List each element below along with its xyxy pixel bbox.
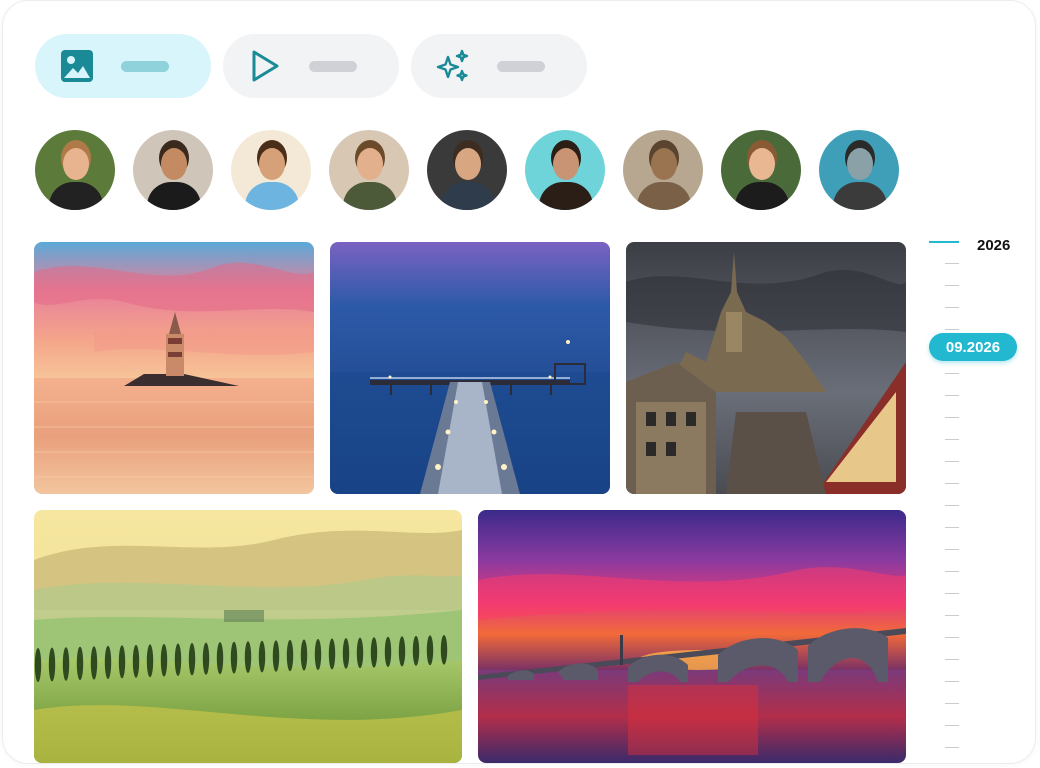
timeline-tick	[945, 637, 959, 638]
timeline-year-label: 2026	[977, 237, 1011, 254]
timeline-tick	[945, 747, 959, 748]
timeline-tick	[945, 307, 959, 308]
timeline-tick	[945, 681, 959, 682]
avatar-person-2[interactable]	[133, 130, 213, 210]
timeline-tick	[945, 527, 959, 528]
avatar-person-4[interactable]	[329, 130, 409, 210]
timeline-tick	[945, 329, 959, 330]
tab-ai[interactable]	[411, 34, 587, 98]
timeline-tick	[945, 395, 959, 396]
tab-photos[interactable]	[35, 34, 211, 98]
timeline-tick	[945, 505, 959, 506]
photo-tuscany-hills[interactable]	[34, 510, 462, 763]
tab-photos-label-placeholder	[121, 60, 169, 72]
gallery-card: 2026 09.2026	[2, 0, 1036, 764]
avatar-person-7[interactable]	[721, 130, 801, 210]
image-icon	[57, 46, 97, 86]
timeline-current-marker	[929, 241, 959, 243]
sparkles-icon	[433, 46, 473, 86]
avatar-cat[interactable]	[623, 130, 703, 210]
timeline-tick	[945, 549, 959, 550]
photo-pier-night[interactable]	[330, 242, 610, 494]
timeline-tick	[945, 483, 959, 484]
tab-videos-label-placeholder	[309, 60, 357, 72]
timeline-tick	[945, 461, 959, 462]
timeline-tick	[945, 263, 959, 264]
timeline-tick	[945, 571, 959, 572]
timeline-tick	[945, 615, 959, 616]
timeline-tick	[945, 593, 959, 594]
avatar-person-6[interactable]	[525, 130, 605, 210]
play-icon	[245, 46, 285, 86]
avatar-person-3[interactable]	[231, 130, 311, 210]
timeline-scrubber[interactable]: 2026 09.2026	[927, 233, 1027, 763]
timeline-tick	[945, 439, 959, 440]
avatar-person-1[interactable]	[35, 130, 115, 210]
avatar-person-8[interactable]	[819, 130, 899, 210]
timeline-tick	[945, 725, 959, 726]
avatar-person-5[interactable]	[427, 130, 507, 210]
people-row	[35, 130, 899, 210]
timeline-tick	[945, 417, 959, 418]
timeline-date-badge[interactable]: 09.2026	[929, 333, 1017, 361]
photo-castle[interactable]	[626, 242, 906, 494]
tab-videos[interactable]	[223, 34, 399, 98]
timeline-tick	[945, 373, 959, 374]
photo-bridge-sunset[interactable]	[478, 510, 906, 763]
timeline-tick	[945, 659, 959, 660]
photo-lighthouse-sunset[interactable]	[34, 242, 314, 494]
timeline-tick	[945, 285, 959, 286]
timeline-tick	[945, 703, 959, 704]
tab-ai-label-placeholder	[497, 60, 545, 72]
media-type-tabs	[35, 34, 587, 98]
